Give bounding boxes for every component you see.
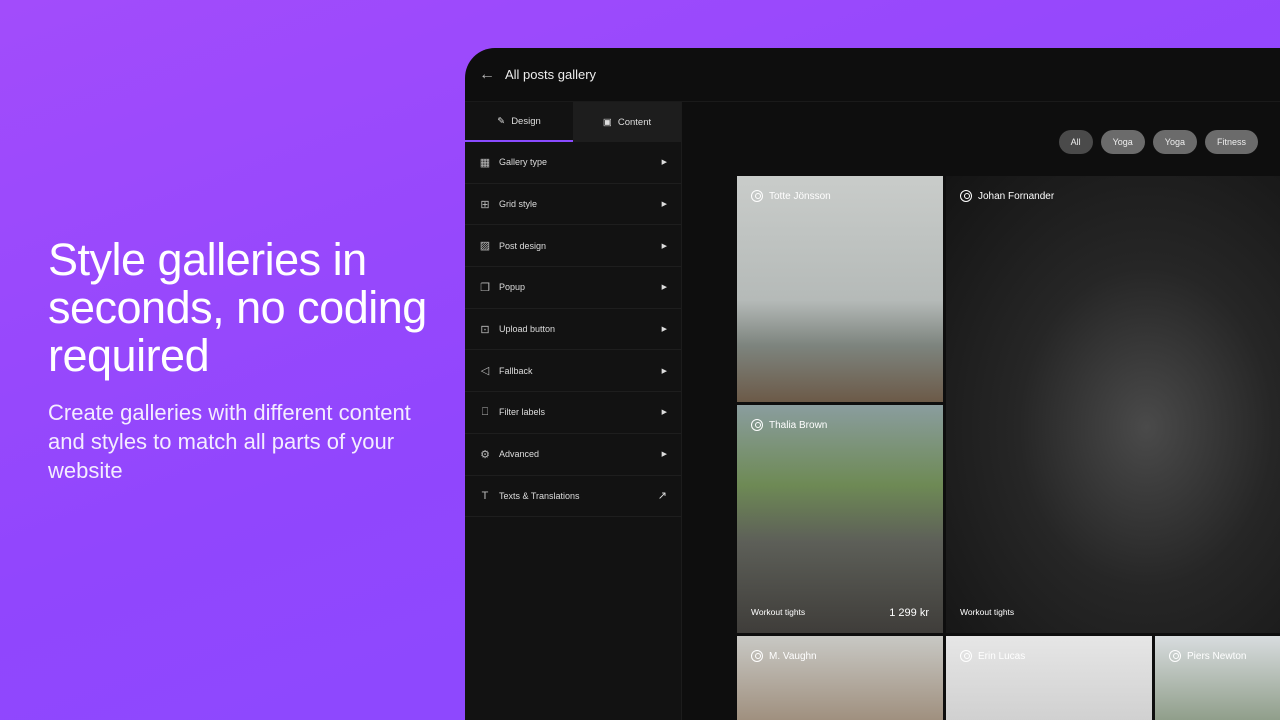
- chevron-right-icon: ▶: [661, 326, 667, 334]
- gallery-post[interactable]: M. Vaughn: [737, 636, 943, 720]
- editor-panel: ← All posts gallery ✎ Design ▣ Content ▦ Ga…: [465, 48, 1280, 720]
- upload-icon: ⊡: [480, 323, 490, 336]
- user-icon: [751, 190, 763, 202]
- table-icon: ⊞: [480, 198, 490, 211]
- menu-label: Popup: [499, 282, 526, 293]
- gallery-post[interactable]: Thalia Brown Workout tights 1 299 kr: [737, 405, 943, 633]
- menu-gallery-type[interactable]: ▦ Gallery type ▶: [465, 142, 681, 184]
- image-icon: ▨: [479, 240, 491, 253]
- gallery-post[interactable]: Erin Lucas: [946, 636, 1152, 720]
- gallery-post[interactable]: Totte Jönsson: [737, 176, 943, 402]
- post-caption: Workout tights: [751, 607, 806, 617]
- post-author: Thalia Brown: [769, 419, 828, 431]
- settings-sidebar: ✎ Design ▣ Content ▦ Gallery type ▶ ⊞ Grid st…: [465, 102, 682, 720]
- arrow-left-icon[interactable]: ←: [479, 66, 495, 84]
- brush-icon: ✎: [497, 115, 506, 127]
- image-icon: ▣: [602, 116, 612, 128]
- fallback-icon: ◁: [480, 365, 490, 378]
- editor-header: ← All posts gallery: [465, 48, 1280, 102]
- gallery-post[interactable]: Johan Fornander Workout tights: [946, 176, 1280, 633]
- chevron-right-icon: ▶: [661, 409, 667, 417]
- menu-label: Filter labels: [499, 407, 546, 418]
- bookmark-icon: ⎕: [481, 405, 489, 418]
- post-caption: Workout tights: [960, 607, 1015, 617]
- menu-label: Advanced: [499, 449, 540, 460]
- chevron-right-icon: ▶: [661, 159, 667, 167]
- menu-texts-translations[interactable]: T Texts & Translations ↗: [465, 476, 681, 518]
- menu-grid-style[interactable]: ⊞ Grid style ▶: [465, 184, 681, 226]
- gear-icon: ⚙: [480, 448, 490, 461]
- tab-label: Content: [617, 116, 652, 128]
- post-author: Erin Lucas: [978, 650, 1026, 662]
- filter-all[interactable]: All: [1058, 130, 1093, 154]
- chevron-right-icon: ▶: [661, 242, 667, 250]
- post-author: Totte Jönsson: [769, 190, 831, 202]
- menu-label: Fallback: [499, 365, 533, 376]
- user-icon: [960, 190, 972, 202]
- hero: Style galleries in seconds, no coding re…: [48, 236, 448, 485]
- menu-fallback[interactable]: ◁ Fallback ▶: [465, 350, 681, 393]
- menu-label: Texts & Translations: [499, 490, 580, 501]
- chevron-right-icon: ▶: [661, 451, 667, 459]
- post-price: 1 299 kr: [889, 607, 929, 619]
- filter-fitness[interactable]: Fitness: [1204, 130, 1258, 154]
- tab-design[interactable]: ✎ Design: [465, 102, 573, 142]
- menu-upload-button[interactable]: ⊡ Upload button ▶: [465, 309, 681, 351]
- user-icon: [960, 650, 972, 662]
- hero-title: Style galleries in seconds, no coding re…: [48, 234, 427, 381]
- chevron-right-icon: ▶: [661, 367, 667, 375]
- menu-label: Grid style: [499, 199, 538, 210]
- chevron-right-icon: ▶: [661, 284, 667, 292]
- external-link-icon: ↗: [657, 490, 667, 503]
- post-author: M. Vaughn: [769, 650, 817, 662]
- hero-subtitle: Create galleries with different content …: [48, 400, 411, 483]
- tab-label: Design: [511, 115, 541, 127]
- menu-advanced[interactable]: ⚙ Advanced ▶: [465, 434, 681, 476]
- gallery-post[interactable]: Piers Newton: [1155, 636, 1280, 720]
- user-icon: [1169, 650, 1181, 662]
- post-author: Johan Fornander: [978, 190, 1055, 202]
- popup-icon: ❐: [480, 281, 490, 294]
- user-icon: [751, 419, 763, 431]
- page-title: All posts gallery: [505, 67, 597, 82]
- filter-chips: All Yoga Yoga Fitness: [1058, 130, 1258, 154]
- grid-icon: ▦: [479, 156, 491, 169]
- menu-label: Gallery type: [499, 157, 548, 168]
- tab-content[interactable]: ▣ Content: [573, 102, 681, 142]
- filter-yoga[interactable]: Yoga: [1100, 130, 1145, 154]
- chevron-right-icon: ▶: [661, 201, 667, 209]
- menu-post-design[interactable]: ▨ Post design ▶: [465, 225, 681, 268]
- menu-label: Post design: [499, 240, 547, 251]
- menu-filter-labels[interactable]: ⎕ Filter labels ▶: [465, 392, 681, 434]
- text-icon: T: [481, 489, 489, 502]
- menu-popup[interactable]: ❐ Popup ▶: [465, 267, 681, 309]
- filter-yoga[interactable]: Yoga: [1152, 130, 1197, 154]
- user-icon: [751, 650, 763, 662]
- menu-label: Upload button: [499, 324, 556, 335]
- post-author: Piers Newton: [1187, 650, 1247, 662]
